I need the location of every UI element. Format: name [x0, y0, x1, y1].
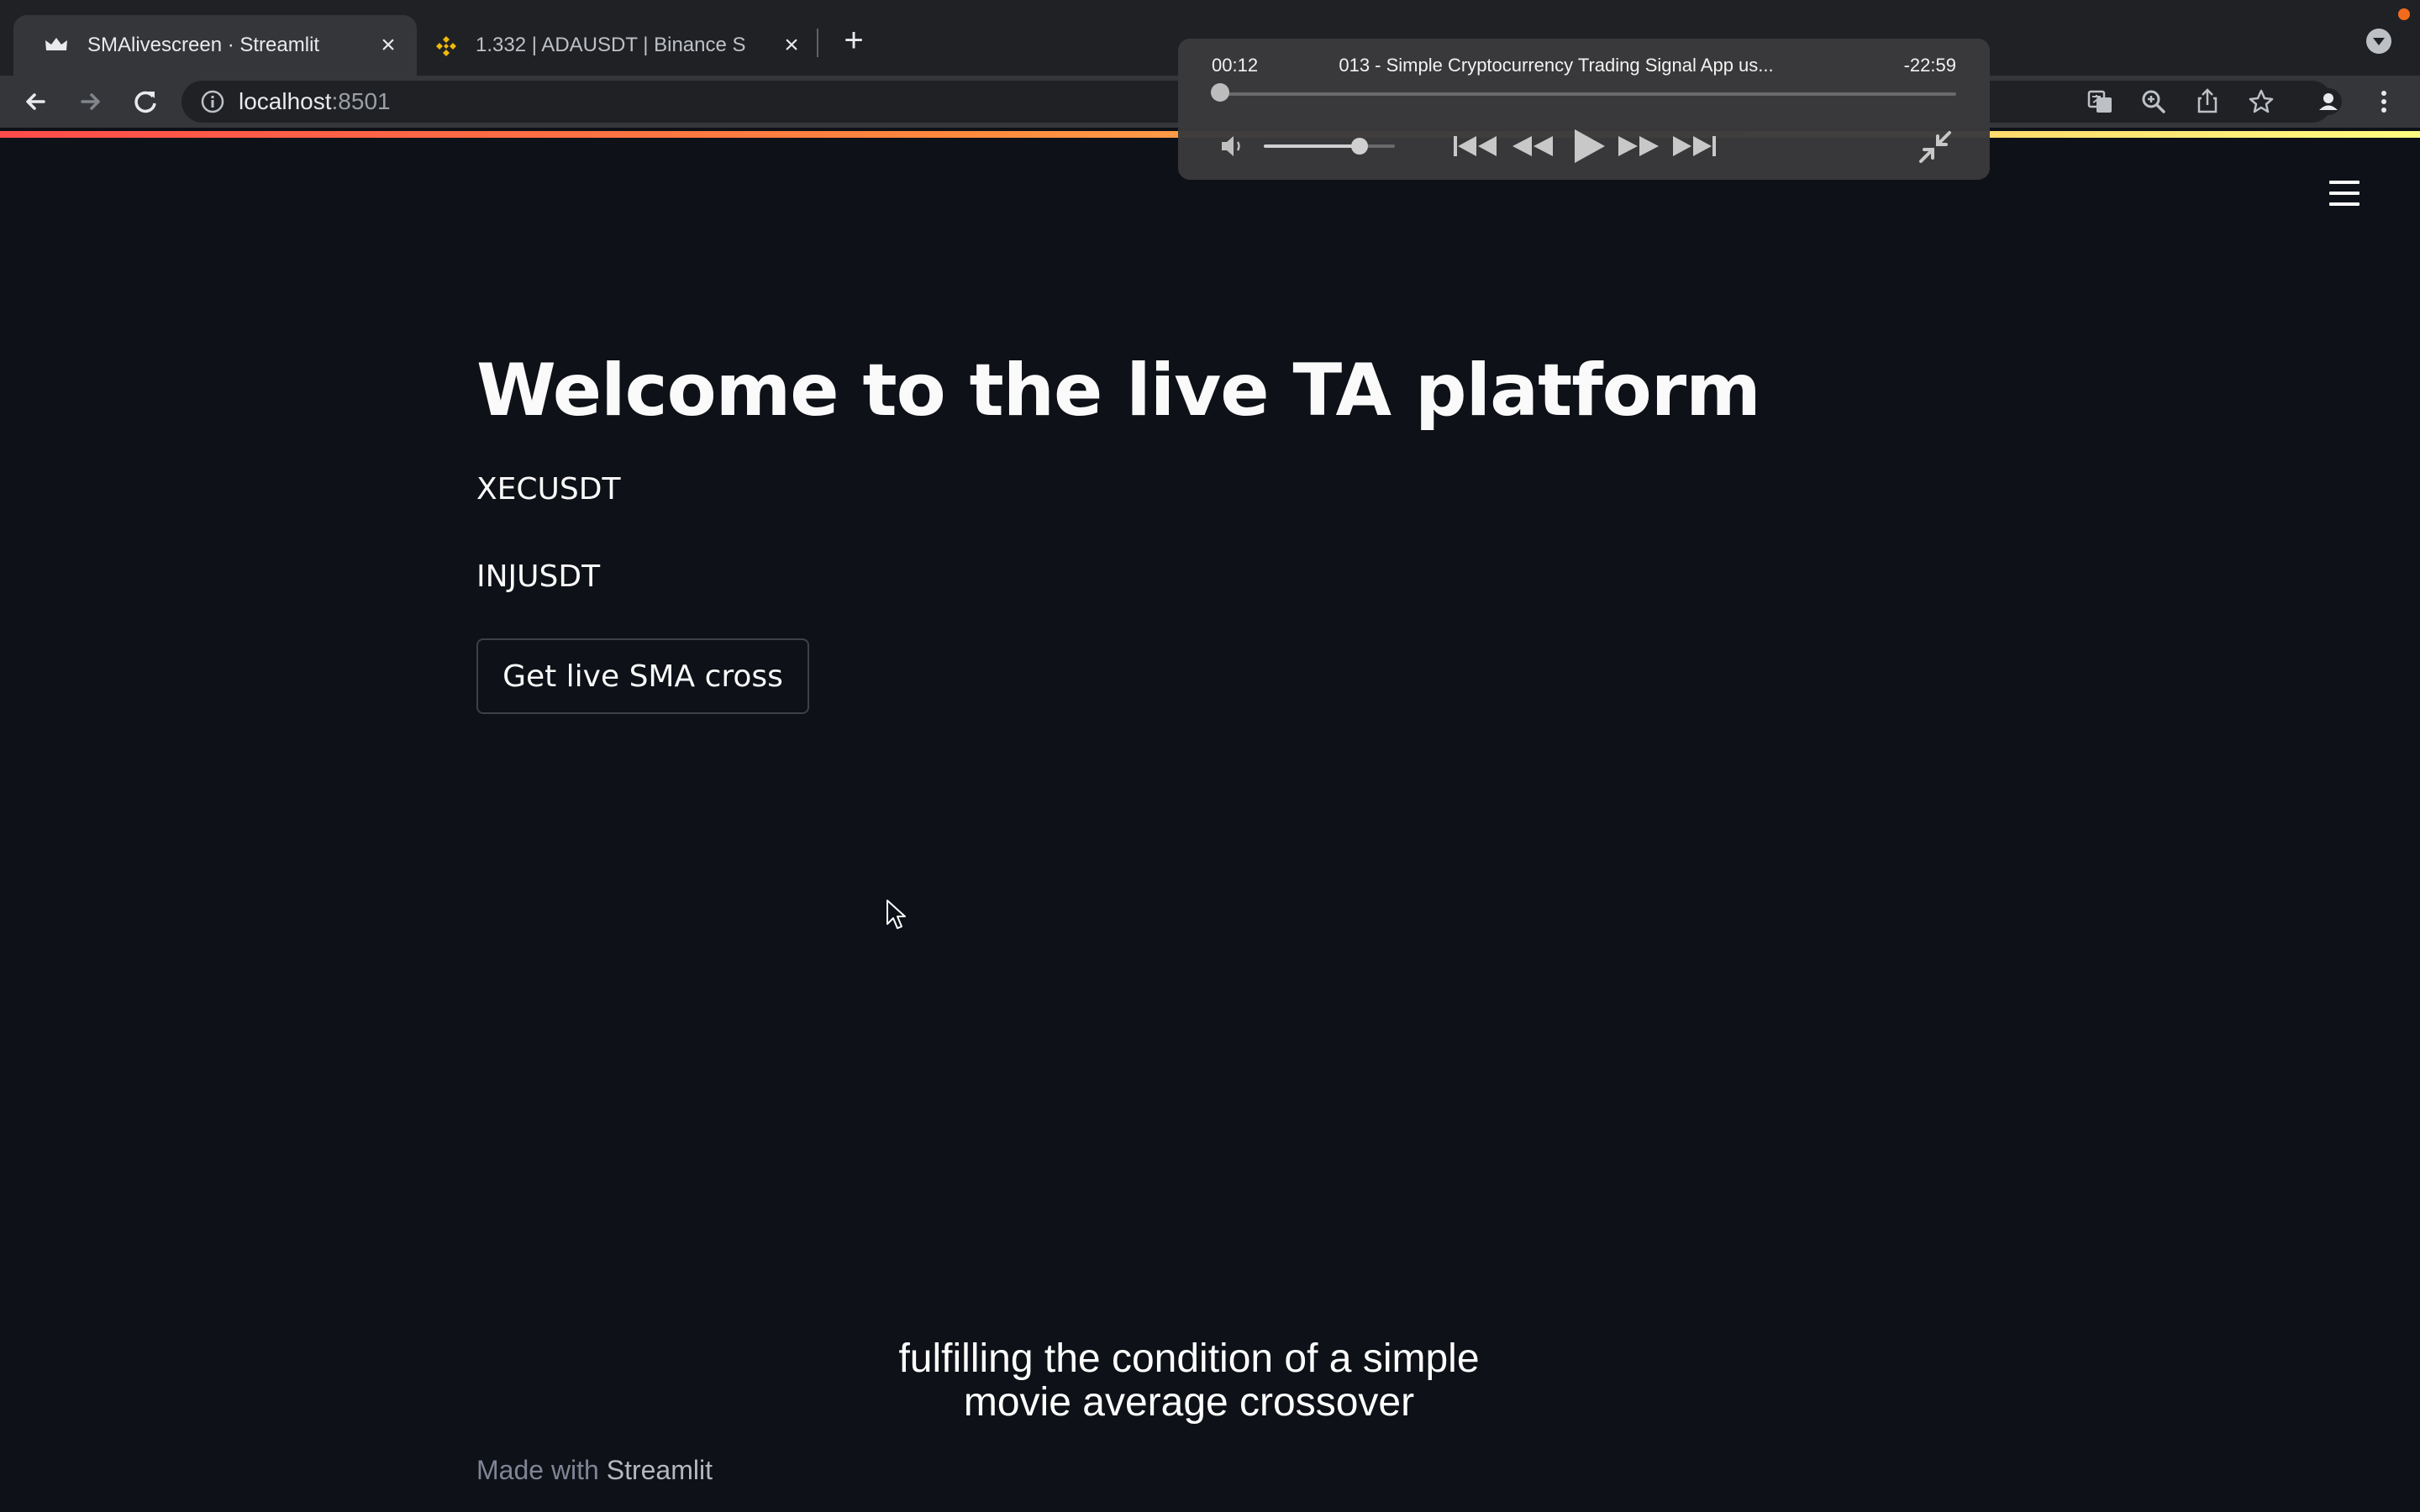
- reload-icon[interactable]: [128, 84, 163, 119]
- close-tab-icon[interactable]: ×: [776, 30, 807, 60]
- volume-icon[interactable]: [1218, 133, 1249, 160]
- skip-to-start-icon[interactable]: [1450, 126, 1499, 166]
- tab-title: 1.332 | ADAUSDT | Binance S: [476, 34, 746, 56]
- symbol-label: INJUSDT: [476, 559, 601, 594]
- seek-bar[interactable]: [1212, 92, 1956, 96]
- volume-slider[interactable]: [1264, 144, 1395, 148]
- app-menu-icon[interactable]: [2324, 176, 2365, 210]
- tab-smalivescreen[interactable]: SMAlivescreen · Streamlit ×: [13, 15, 417, 76]
- site-info-icon[interactable]: [198, 87, 227, 116]
- tab-binance[interactable]: 1.332 | ADAUSDT | Binance S ×: [420, 15, 815, 76]
- streamlit-crown-icon: [44, 34, 69, 57]
- streamlit-link[interactable]: Streamlit: [607, 1455, 713, 1485]
- zoom-icon[interactable]: [2136, 84, 2171, 119]
- forward-icon[interactable]: [72, 84, 108, 119]
- new-tab-button[interactable]: +: [837, 24, 871, 57]
- url-host: localhost: [239, 88, 332, 114]
- tab-search-icon[interactable]: [2366, 29, 2391, 54]
- binance-icon: [434, 34, 459, 57]
- video-caption: fulfilling the condition of a simple mov…: [756, 1337, 1622, 1425]
- volume-handle[interactable]: [1350, 138, 1368, 155]
- profile-avatar-icon[interactable]: [2311, 84, 2346, 119]
- pip-video-player[interactable]: 00:12 013 - Simple Cryptocurrency Tradin…: [1178, 39, 1990, 180]
- close-tab-icon[interactable]: ×: [373, 30, 403, 60]
- footer-prefix: Made with: [476, 1455, 599, 1485]
- remaining-time: -22:59: [1903, 55, 1956, 76]
- video-title: 013 - Simple Cryptocurrency Trading Sign…: [1339, 55, 1774, 76]
- tab-separator: [817, 29, 818, 57]
- fast-forward-icon[interactable]: [1615, 126, 1664, 166]
- caption-line: movie average crossover: [963, 1380, 1415, 1425]
- get-live-sma-cross-button[interactable]: Get live SMA cross: [476, 638, 809, 714]
- footer: Made with Streamlit: [476, 1453, 713, 1487]
- url-text[interactable]: localhost:8501: [239, 87, 391, 116]
- skip-to-end-icon[interactable]: [1670, 126, 1721, 166]
- rewind-icon[interactable]: [1507, 126, 1556, 166]
- back-icon[interactable]: [18, 84, 54, 119]
- elapsed-time: 00:12: [1212, 55, 1259, 76]
- volume-level: [1264, 144, 1360, 148]
- page-title: Welcome to the live TA platform: [476, 349, 1761, 433]
- caption-line: fulfilling the condition of a simple: [898, 1336, 1480, 1381]
- browser-menu-icon[interactable]: [2366, 84, 2402, 119]
- tab-title: SMAlivescreen · Streamlit: [87, 34, 320, 56]
- seek-handle[interactable]: [1210, 83, 1229, 102]
- share-icon[interactable]: [2190, 84, 2225, 119]
- bookmark-star-icon[interactable]: [2244, 84, 2279, 119]
- recording-indicator-icon: [2398, 8, 2410, 20]
- exit-pip-icon[interactable]: [1916, 128, 1954, 166]
- url-port: :8501: [331, 88, 391, 114]
- mouse-cursor-icon: [886, 899, 908, 931]
- translate-icon[interactable]: [2082, 84, 2118, 119]
- symbol-label: XECUSDT: [476, 472, 621, 507]
- play-icon[interactable]: [1566, 126, 1608, 166]
